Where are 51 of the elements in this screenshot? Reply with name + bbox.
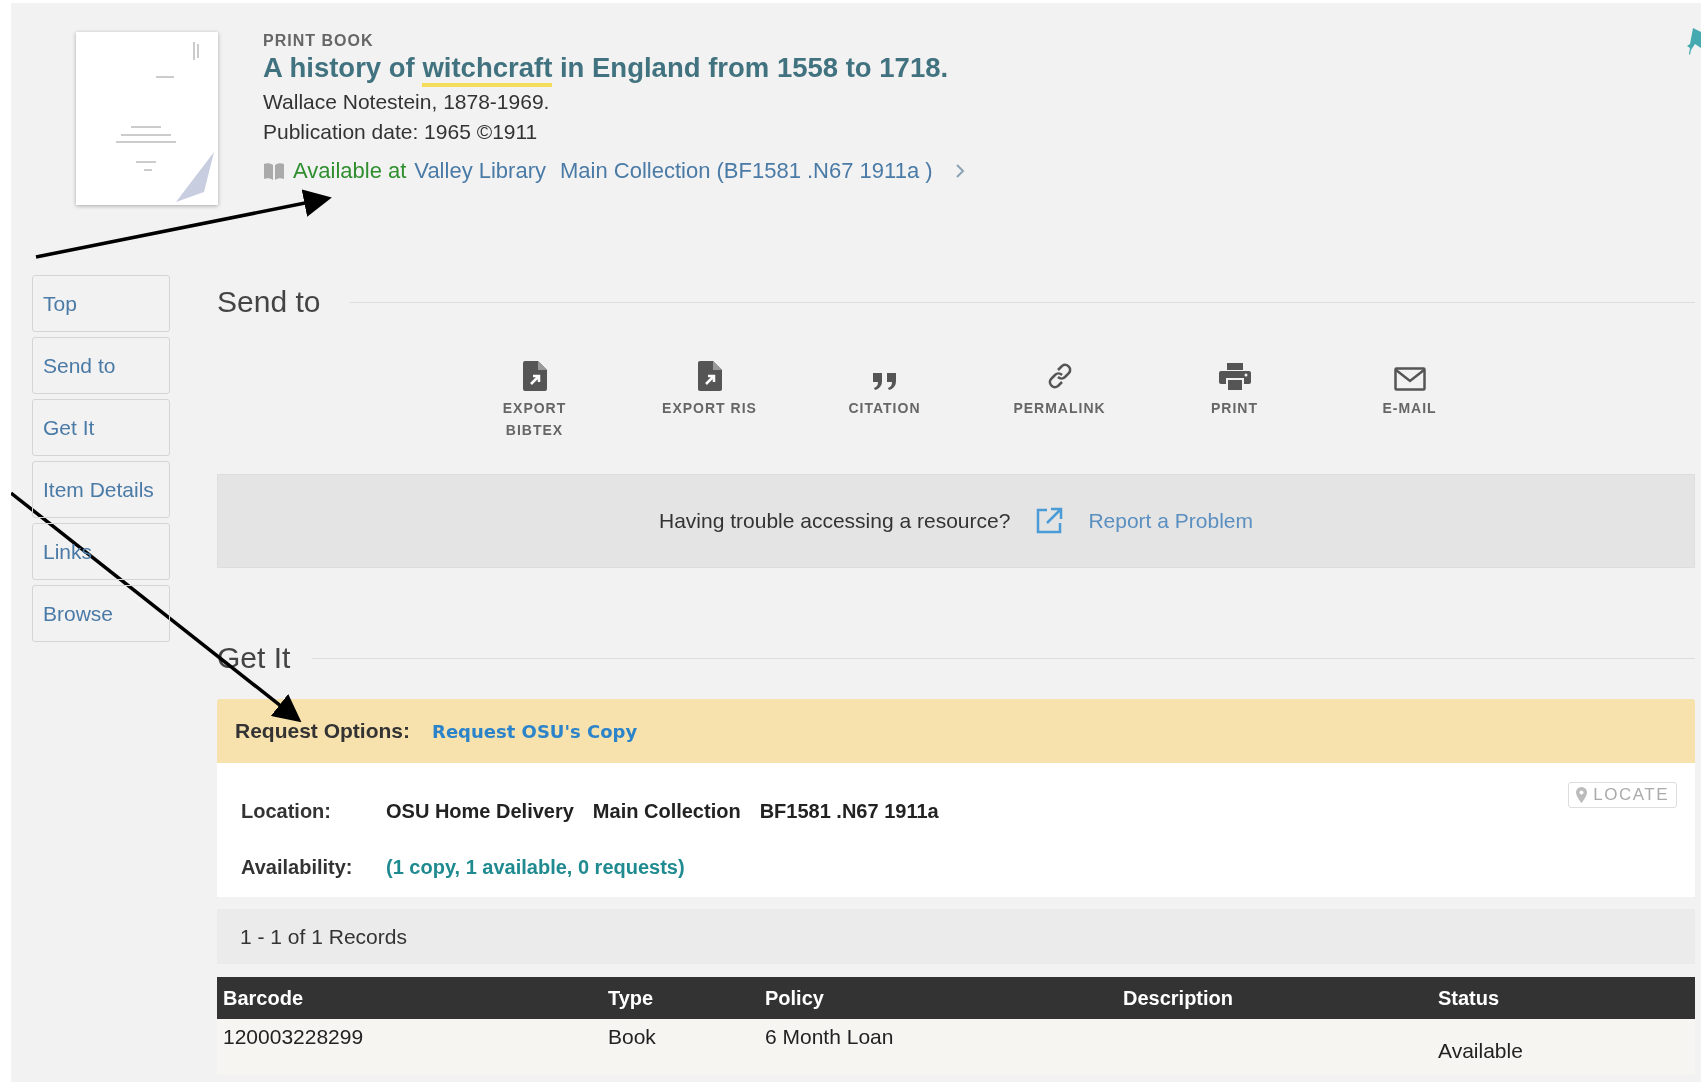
send-to-action[interactable]: EXPORT BIBTEX [447,357,622,452]
availability-status: Available at [293,158,407,184]
availability-value[interactable]: (1 copy, 1 available, 0 requests) [386,855,685,879]
nav-button[interactable]: Item Details [32,461,170,518]
printer-icon [1218,363,1251,391]
location-label: Location: [241,799,332,823]
column-header: Status [1432,977,1695,1019]
quote-icon [871,371,898,391]
nav-button[interactable]: Get It [32,399,170,456]
column-header: Description [1117,977,1432,1019]
send-to-action[interactable]: PRINT [1147,357,1322,452]
table-cell: 6 Month Loan [759,1019,1117,1075]
column-header: Policy [759,977,1117,1019]
section-heading: Get It [217,641,291,675]
file-export-icon [697,361,722,391]
location-value: OSU Home Delivery [386,799,574,823]
nav-button[interactable]: Top [32,275,170,332]
publication-date: Publication date: 1965 ©1911 [263,120,539,144]
location-value: Main Collection [592,799,741,823]
map-pin-icon [1576,787,1588,803]
pin-icon[interactable] [1687,28,1701,56]
book-icon [263,162,285,180]
location-link[interactable]: Main Collection (BF1581 .N67 1911a ) [560,158,933,184]
envelope-icon [1393,367,1426,391]
library-link[interactable]: Valley Library [414,158,546,184]
send-to-action[interactable]: PERMALINK [972,357,1147,452]
request-copy-link[interactable]: Request OSU's Copy [432,720,638,742]
external-link-icon[interactable] [1034,506,1065,536]
availability-label: Availability: [241,855,354,879]
send-to-action[interactable]: E-MAIL [1322,357,1497,452]
nav-button[interactable]: Browse [32,585,170,642]
nav-button[interactable]: Send to [32,337,170,394]
request-options-label: Request Options: [235,719,410,743]
section-heading: Send to [217,285,321,319]
records-count: 1 - 1 of 1 Records [217,909,1695,964]
record-title[interactable]: A history of witchcraft in England from 1558 to 1718. [263,52,965,84]
author-text: Wallace Notestein, 1878-1969. [263,90,551,114]
file-export-icon [522,361,547,391]
column-header: Type [602,977,759,1019]
table-cell: Available [1432,1019,1695,1075]
send-to-action[interactable]: CITATION [797,357,972,452]
column-header: Barcode [217,977,602,1019]
location-value: BF1581 .N67 1911a [759,799,939,823]
table-cell: Book [602,1019,759,1075]
locate-button[interactable]: LOCATE [1568,782,1677,808]
table-cell: 120003228299 [217,1019,602,1075]
format-label: PRINT BOOK [263,32,375,50]
problem-question: Having trouble accessing a resource? [659,509,1011,533]
chevron-icon[interactable] [954,163,965,179]
send-to-action[interactable]: EXPORT RIS [622,357,797,452]
report-problem-link[interactable]: Report a Problem [1088,509,1253,533]
